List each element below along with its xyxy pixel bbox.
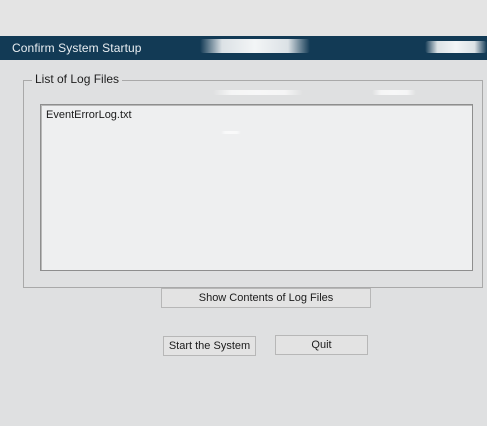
log-files-group-label: List of Log Files	[32, 72, 123, 86]
screen-glare	[221, 131, 241, 134]
window-title: Confirm System Startup	[12, 41, 142, 55]
screen-glare	[200, 39, 310, 53]
list-item[interactable]: EventErrorLog.txt	[46, 109, 132, 121]
screen-glare	[425, 41, 487, 53]
desktop-background	[0, 0, 487, 36]
quit-button[interactable]: Quit	[275, 335, 368, 355]
log-files-listbox[interactable]: EventErrorLog.txt	[40, 104, 473, 271]
start-system-button[interactable]: Start the System	[163, 336, 256, 356]
show-contents-button[interactable]: Show Contents of Log Files	[161, 288, 371, 308]
screen: Confirm System Startup List of Log Files…	[0, 0, 487, 426]
window-titlebar[interactable]: Confirm System Startup	[0, 36, 487, 60]
